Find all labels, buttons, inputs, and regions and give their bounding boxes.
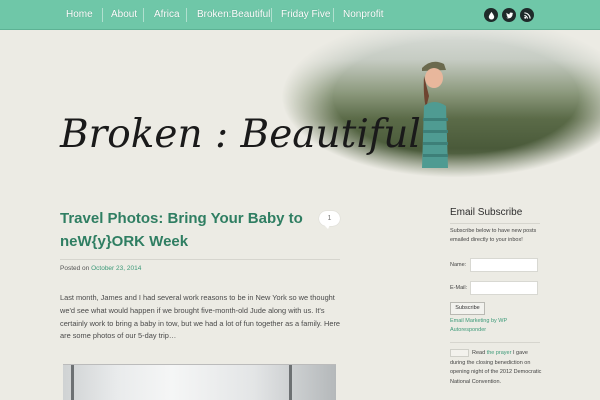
name-label: Name:: [450, 262, 467, 268]
nav-item-home[interactable]: Home: [66, 0, 93, 30]
twitter-bird-glyph: [505, 12, 513, 18]
site-logo[interactable]: Broken : Beautiful: [60, 112, 421, 157]
posted-on-label: Posted on: [60, 265, 90, 272]
subscribe-description: Subscribe below to have new posts emaile…: [450, 228, 537, 243]
post-excerpt: Last month, James and I had several work…: [60, 293, 341, 341]
post-title[interactable]: Travel Photos: Bring Your Baby to neW{y}…: [60, 207, 310, 253]
email-subscribe-title: Email Subscribe: [450, 207, 523, 218]
prayer-link[interactable]: the prayer: [487, 350, 512, 356]
rss-glyph: [523, 11, 531, 19]
nav-item-africa[interactable]: Africa: [154, 0, 180, 30]
widget-divider: [450, 223, 540, 224]
post-date-link[interactable]: October 23, 2014: [91, 265, 141, 272]
subscribe-button[interactable]: Subscribe: [450, 302, 485, 315]
nav-divider: [186, 8, 187, 22]
widget-divider: [450, 342, 540, 343]
nav-divider: [143, 8, 144, 22]
email-input[interactable]: [470, 281, 538, 295]
prayer-prefix: Read: [472, 350, 486, 356]
image-detail: [71, 365, 74, 400]
nav-item-nonprofit[interactable]: Nonprofit: [343, 0, 384, 30]
prayer-widget-text: Read the prayer I gave during the closin…: [450, 349, 542, 387]
image-detail: [289, 365, 292, 400]
nav-divider: [333, 8, 334, 22]
nav-item-broken-beautiful[interactable]: Broken:Beautiful: [197, 0, 270, 30]
comment-count-badge[interactable]: 1: [319, 211, 340, 229]
post-meta: Posted on October 23, 2014: [60, 265, 141, 272]
rss-icon[interactable]: [520, 8, 534, 22]
nav-item-about[interactable]: About: [111, 0, 137, 30]
nav-divider: [102, 8, 103, 22]
site-header: Broken : Beautiful: [60, 30, 600, 190]
email-label: E-Mail:: [450, 285, 468, 291]
water-drop-glyph: [488, 11, 494, 20]
nav-divider: [271, 8, 272, 22]
wp-autoresponder-link[interactable]: Email Marketing by WP Autoresponder: [450, 317, 540, 335]
twitter-icon[interactable]: [502, 8, 516, 22]
top-navigation: Home About Africa Broken:Beautiful Frida…: [0, 0, 600, 30]
nav-item-friday-five[interactable]: Friday Five: [281, 0, 330, 30]
name-input[interactable]: [470, 258, 538, 272]
post-divider: [60, 259, 340, 260]
water-drop-icon[interactable]: [484, 8, 498, 22]
post-featured-image[interactable]: [63, 364, 336, 400]
